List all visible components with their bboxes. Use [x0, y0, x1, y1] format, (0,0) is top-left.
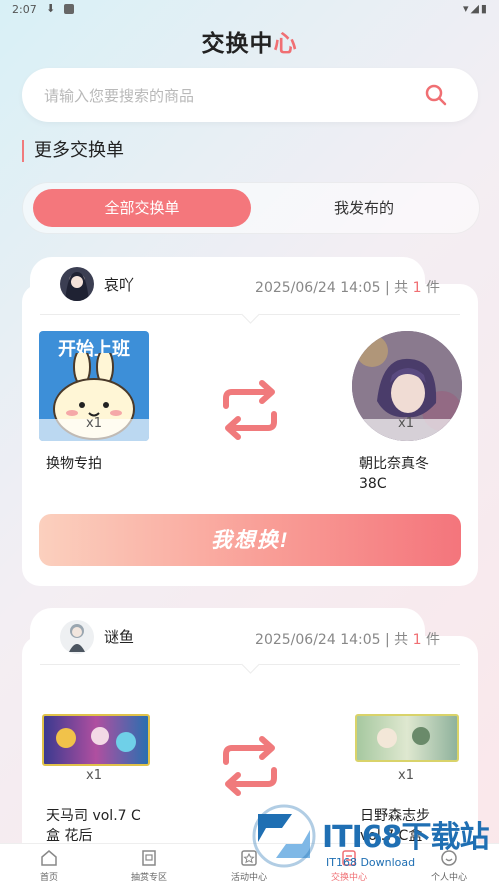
wifi-signal-battery-icon: ▾◢▮: [462, 2, 489, 15]
watermark-subtext: IT168 Download: [326, 856, 416, 869]
datetime: 2025/06/24 14:05: [255, 280, 381, 296]
meta-separator: | 共: [380, 280, 413, 296]
item-count: 1: [412, 632, 422, 648]
card-meta: 2025/06/24 14:05 | 共 1 件: [255, 629, 440, 649]
item-qty-right: x1: [398, 768, 414, 783]
card-artwork: [377, 727, 430, 748]
item-name-right: 朝比奈真冬 38C: [359, 456, 429, 492]
nav-lottery[interactable]: 抽赏专区: [109, 848, 189, 883]
home-icon: [41, 850, 57, 866]
want-exchange-button[interactable]: 我想换!: [39, 514, 461, 566]
item-qty-right: x1: [398, 416, 414, 431]
datetime: 2025/06/24 14:05: [255, 632, 381, 648]
username: 谜鱼: [104, 628, 135, 646]
item-image-right[interactable]: [355, 714, 459, 762]
tab-my-published[interactable]: 我发布的: [255, 189, 473, 227]
tab-all-exchanges[interactable]: 全部交换单: [33, 189, 251, 227]
divider-notch: [241, 655, 260, 674]
item-image-left[interactable]: [42, 714, 150, 766]
item-count: 1: [412, 280, 422, 296]
status-time: 2:07: [12, 3, 37, 16]
swap-arrows-icon: [223, 736, 277, 796]
nav-lottery-label: 抽赏专区: [130, 873, 167, 883]
watermark: ITI68下载站 IT168 Download: [248, 798, 493, 878]
divider-notch: [241, 305, 260, 324]
watermark-text: ITI68下载站: [322, 820, 490, 855]
item-qty-left: x1: [86, 416, 102, 431]
app-notification-icon: [64, 4, 74, 14]
count-unit: 件: [421, 280, 440, 296]
page-title-text: 交换中: [201, 31, 274, 57]
avatar[interactable]: [60, 620, 94, 654]
page-title-heart-text: 心: [273, 31, 298, 57]
username: 哀吖: [104, 276, 135, 294]
item-qty-left: x1: [86, 768, 102, 783]
swap-arrows-icon: [223, 380, 277, 440]
search-input[interactable]: [42, 82, 426, 110]
download-icon: ⬇: [46, 2, 56, 15]
watermark-logo-icon: [252, 804, 316, 868]
ticket-icon: [142, 850, 156, 866]
search-icon[interactable]: [424, 83, 448, 107]
meta-separator: | 共: [380, 632, 413, 648]
item-name-left: 换物专拍: [46, 456, 102, 472]
card-artwork: [56, 727, 136, 752]
avatar[interactable]: [60, 267, 94, 301]
tab-bar: 全部交换单 我发布的: [22, 182, 480, 234]
count-unit: 件: [421, 632, 440, 648]
status-bar: 2:07 ⬇ ▾◢▮: [0, 0, 499, 20]
nav-home-label: 首页: [39, 873, 58, 883]
nav-home[interactable]: 首页: [9, 848, 89, 883]
item-name-left: 天马司 vol.7 C盒 花后: [46, 808, 141, 844]
section-title: 更多交换单: [22, 140, 124, 162]
card-meta: 2025/06/24 14:05 | 共 1 件: [255, 277, 440, 297]
page-title: 交换中心: [0, 24, 499, 58]
exchange-card[interactable]: 哀吖 2025/06/24 14:05 | 共 1 件 开始上班 x1 换物专拍: [22, 267, 478, 586]
search-bar[interactable]: [22, 68, 478, 122]
